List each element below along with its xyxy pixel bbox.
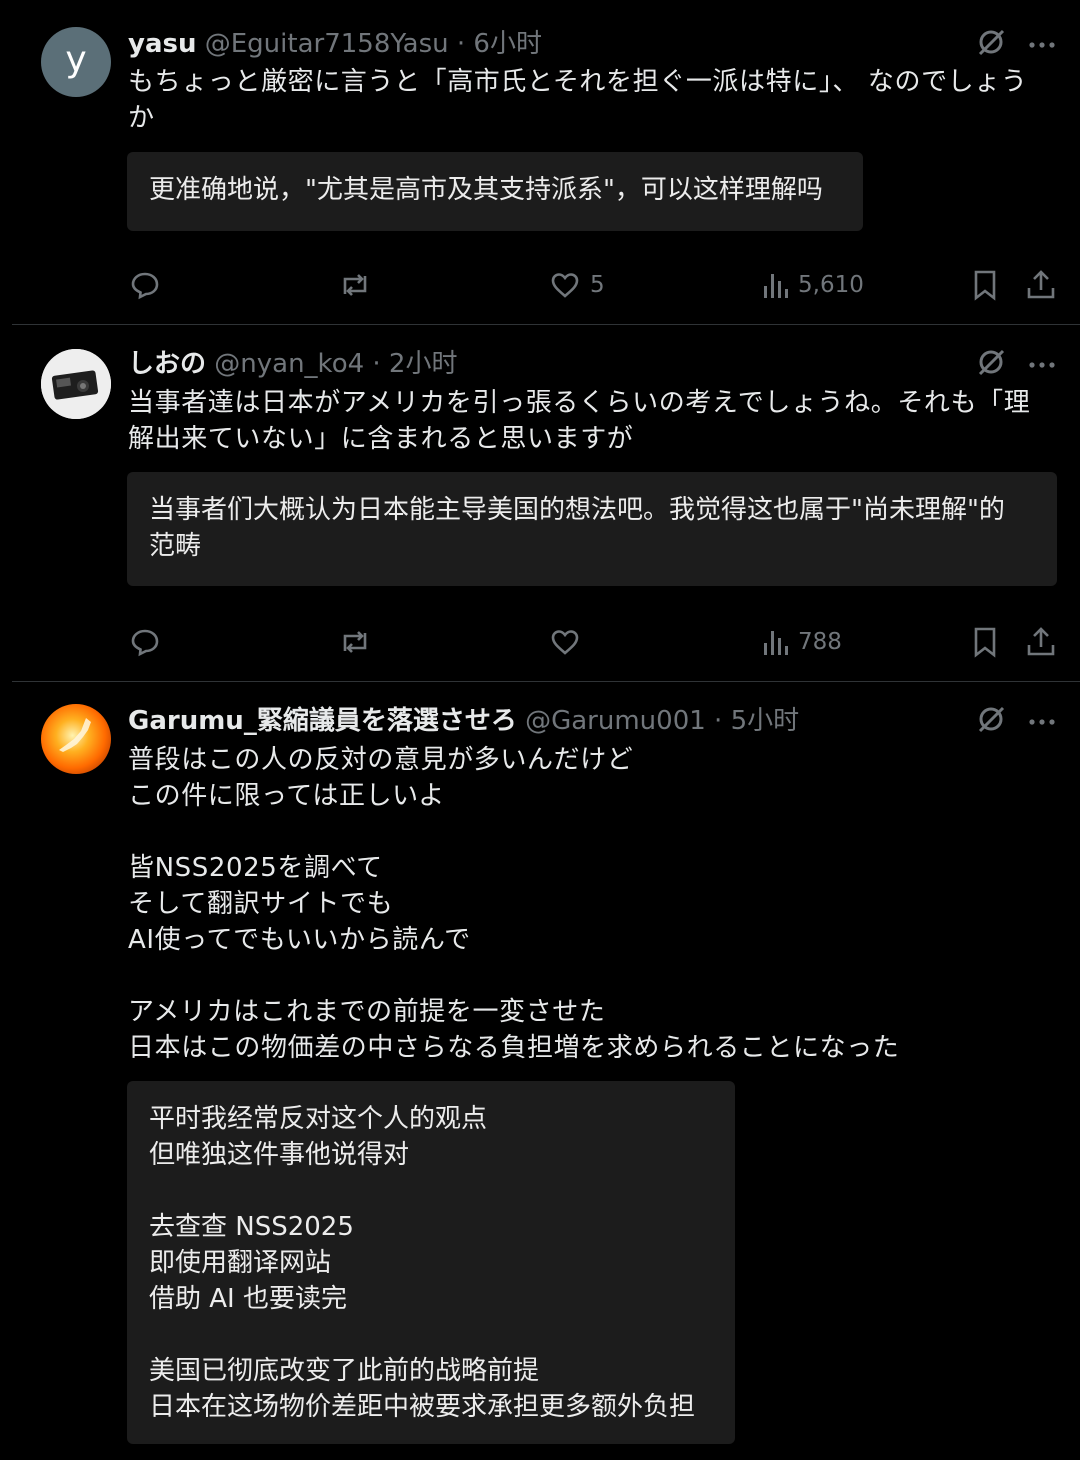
tweet-text: 普段はこの人の反対の意見が多いんだけど この件に限っては正しいよ 皆NSS202… [128,745,900,1063]
avatar[interactable] [41,704,111,774]
timestamp[interactable]: · 5小时 [714,706,799,736]
grok-icon[interactable] [976,704,1006,738]
author-handle[interactable]: @Garumu001 [525,706,706,736]
tweet-garumu[interactable]: Garumu_緊縮議員を落選させろ @Garumu001 · 5小时 普段はこの… [0,0,1080,1460]
translation-box: 平时我经常反对这个人的观点 但唯独这件事他说得对 去查查 NSS2025 即使用… [127,1081,735,1444]
tweet-header: Garumu_緊縮議員を落選させろ @Garumu001 · 5小时 [128,704,799,738]
author-name[interactable]: Garumu_緊縮議員を落選させろ [128,706,517,736]
more-icon[interactable] [1028,712,1056,731]
japan-map-icon [59,718,91,752]
